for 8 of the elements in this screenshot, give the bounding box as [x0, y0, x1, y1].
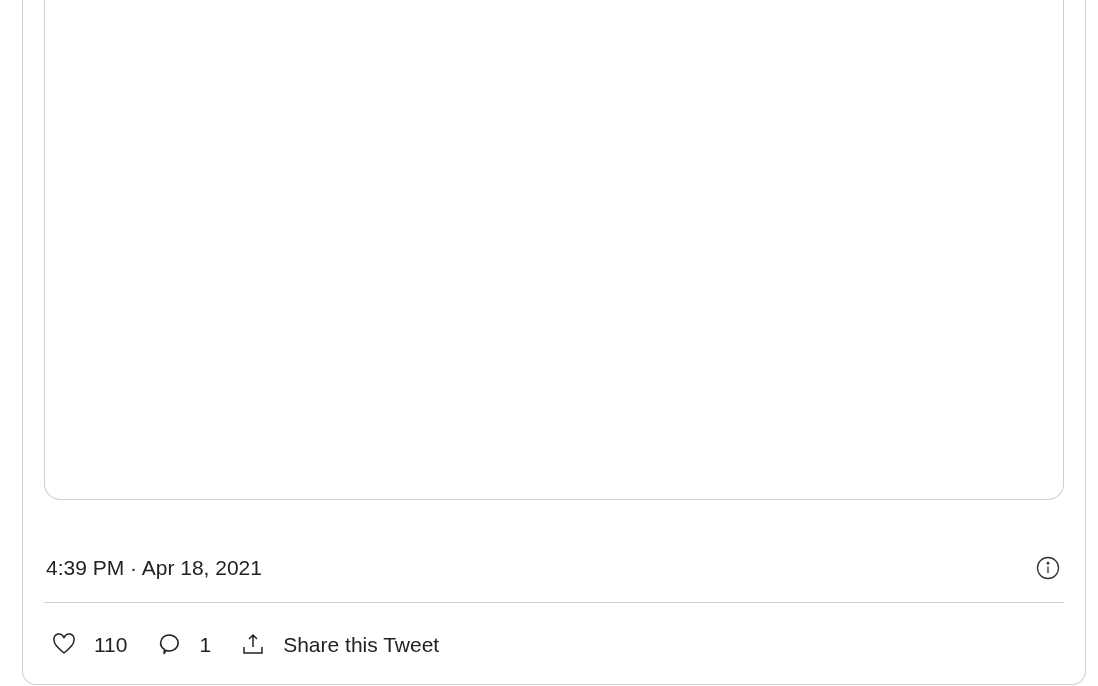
- tweet-timestamp: 4:39 PM · Apr 18, 2021: [46, 555, 262, 581]
- like-action[interactable]: 110: [52, 628, 128, 660]
- share-action[interactable]: Share this Tweet: [241, 628, 440, 660]
- share-icon: [241, 632, 266, 657]
- heart-icon: [52, 633, 76, 656]
- speech-bubble-icon: [157, 632, 182, 657]
- reply-action[interactable]: 1: [157, 628, 212, 660]
- info-icon[interactable]: [1036, 555, 1060, 580]
